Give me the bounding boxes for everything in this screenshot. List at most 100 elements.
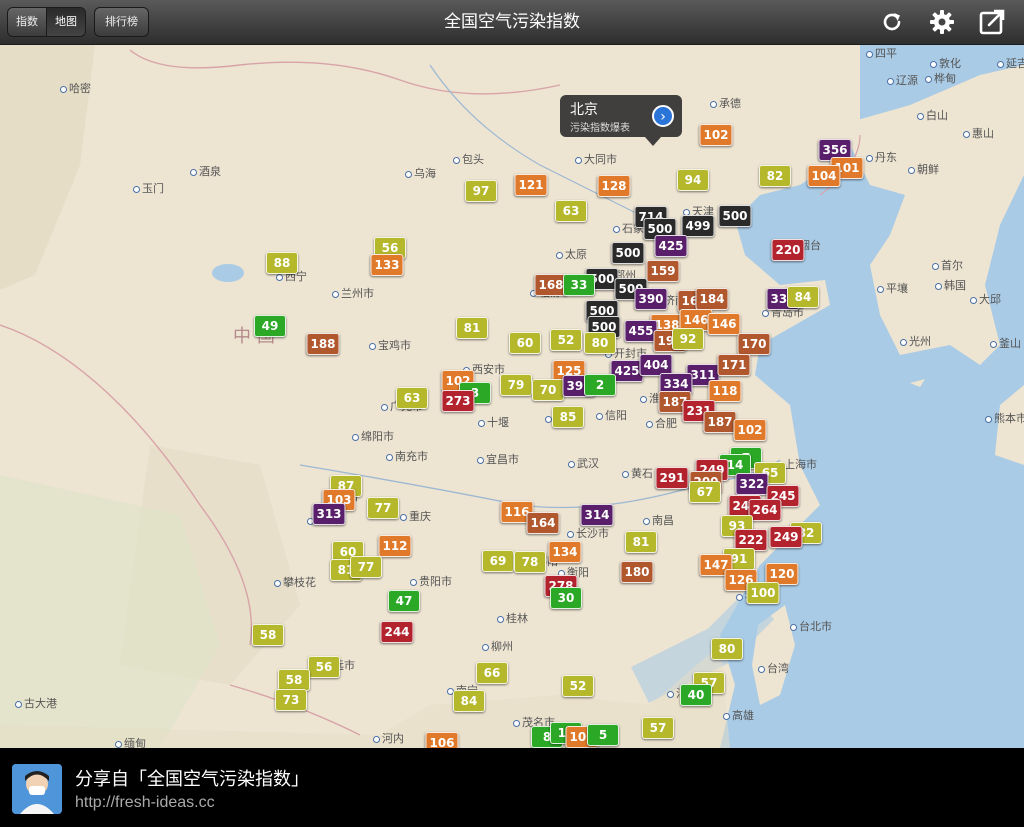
ranking-button[interactable]: 排行榜 (94, 7, 149, 37)
aqi-marker[interactable]: 5 (587, 724, 619, 746)
aqi-marker[interactable]: 500 (718, 205, 752, 227)
aqi-marker[interactable]: 63 (555, 200, 587, 222)
aqi-marker[interactable]: 70 (532, 379, 564, 401)
aqi-marker[interactable]: 94 (677, 169, 709, 191)
tab-index[interactable]: 指数 (8, 8, 46, 36)
aqi-marker[interactable]: 220 (771, 239, 805, 261)
aqi-marker[interactable]: 102 (733, 419, 767, 441)
aqi-marker[interactable]: 80 (584, 332, 616, 354)
city-label: 桂林 (497, 610, 528, 626)
city-label-text: 惠山 (972, 127, 994, 140)
aqi-marker[interactable]: 106 (425, 732, 459, 748)
aqi-marker[interactable]: 180 (620, 561, 654, 583)
share-url-link[interactable]: http://fresh-ideas.cc (75, 794, 215, 812)
city-dot-icon (497, 615, 504, 623)
aqi-marker[interactable]: 97 (465, 180, 497, 202)
aqi-marker[interactable]: 244 (380, 621, 414, 643)
aqi-marker[interactable]: 85 (552, 406, 584, 428)
aqi-marker[interactable]: 102 (699, 124, 733, 146)
city-label: 宝鸡市 (369, 337, 411, 353)
aqi-marker[interactable]: 128 (597, 175, 631, 197)
aqi-marker[interactable]: 118 (708, 380, 742, 402)
city-callout-popup[interactable]: 北京 污染指数爆表 › (560, 95, 682, 146)
tab-map[interactable]: 地图 (46, 8, 85, 36)
aqi-marker[interactable]: 58 (278, 669, 310, 691)
aqi-marker[interactable]: 57 (642, 717, 674, 739)
aqi-marker[interactable]: 100 (746, 582, 780, 604)
city-label: 朝鲜 (908, 161, 939, 177)
city-label-text: 玉门 (142, 182, 164, 195)
popup-subtitle: 污染指数爆表 (570, 123, 630, 134)
aqi-marker[interactable]: 33 (563, 274, 595, 296)
aqi-marker[interactable]: 264 (748, 499, 782, 521)
aqi-marker[interactable]: 314 (580, 504, 614, 526)
aqi-marker[interactable]: 425 (654, 235, 688, 257)
aqi-marker[interactable]: 2 (584, 374, 616, 396)
city-label-text: 白山 (926, 109, 948, 122)
aqi-marker[interactable]: 134 (548, 541, 582, 563)
city-label-text: 合肥 (655, 417, 677, 430)
aqi-marker[interactable]: 67 (689, 481, 721, 503)
aqi-marker[interactable]: 40 (680, 684, 712, 706)
aqi-marker[interactable]: 81 (456, 317, 488, 339)
aqi-marker[interactable]: 273 (441, 390, 475, 412)
city-label-text: 大邱 (979, 293, 1001, 306)
aqi-marker[interactable]: 291 (655, 467, 689, 489)
aqi-marker[interactable]: 49 (254, 315, 286, 337)
aqi-marker[interactable]: 66 (476, 662, 508, 684)
aqi-marker[interactable]: 30 (550, 587, 582, 609)
aqi-marker[interactable]: 60 (509, 332, 541, 354)
aqi-marker[interactable]: 184 (695, 288, 729, 310)
aqi-marker[interactable]: 249 (769, 526, 803, 548)
aqi-marker[interactable]: 170 (737, 333, 771, 355)
refresh-icon[interactable] (878, 8, 906, 36)
aqi-marker[interactable]: 112 (378, 535, 412, 557)
page-title: 全国空气污染指数 (444, 12, 580, 32)
aqi-marker[interactable]: 159 (646, 260, 680, 282)
city-label-text: 承德 (719, 97, 741, 110)
aqi-marker[interactable]: 73 (275, 689, 307, 711)
city-label-text: 柳州 (491, 640, 513, 653)
aqi-marker[interactable]: 171 (717, 354, 751, 376)
aqi-marker[interactable]: 104 (807, 165, 841, 187)
chevron-right-circle-icon[interactable]: › (652, 105, 674, 127)
aqi-marker[interactable]: 52 (562, 675, 594, 697)
aqi-marker[interactable]: 82 (759, 165, 791, 187)
aqi-marker[interactable]: 313 (312, 503, 346, 525)
city-label-text: 宝鸡市 (378, 339, 411, 352)
aqi-marker[interactable]: 52 (550, 329, 582, 351)
city-label-text: 上海市 (784, 458, 817, 471)
city-label-text: 酒泉 (199, 165, 221, 178)
aqi-marker[interactable]: 164 (526, 512, 560, 534)
aqi-marker[interactable]: 188 (306, 333, 340, 355)
aqi-marker[interactable]: 322 (735, 473, 769, 495)
aqi-marker[interactable]: 390 (634, 288, 668, 310)
city-label-text: 韩国 (944, 279, 966, 292)
aqi-marker[interactable]: 133 (370, 254, 404, 276)
settings-gear-icon[interactable] (928, 8, 956, 36)
aqi-map[interactable]: 哈密玉门酒泉西宁兰州市乌海包头大同市承德太原石家庄天津济南临汾郑州开封市徐州市青… (0, 45, 1024, 748)
aqi-marker[interactable]: 499 (681, 215, 715, 237)
city-label: 柳州 (482, 638, 513, 654)
aqi-marker[interactable]: 84 (453, 690, 485, 712)
aqi-marker[interactable]: 47 (388, 590, 420, 612)
aqi-marker[interactable]: 500 (611, 242, 645, 264)
aqi-marker[interactable]: 77 (350, 556, 382, 578)
aqi-marker[interactable]: 146 (707, 313, 741, 335)
aqi-marker[interactable]: 92 (672, 328, 704, 350)
aqi-marker[interactable]: 121 (514, 174, 548, 196)
aqi-marker[interactable]: 79 (500, 374, 532, 396)
aqi-marker[interactable]: 78 (514, 551, 546, 573)
aqi-marker[interactable]: 56 (308, 656, 340, 678)
aqi-marker[interactable]: 77 (367, 497, 399, 519)
aqi-marker[interactable]: 84 (787, 286, 819, 308)
aqi-marker[interactable]: 80 (711, 638, 743, 660)
aqi-marker[interactable]: 187 (703, 411, 737, 433)
aqi-marker[interactable]: 58 (252, 624, 284, 646)
share-external-icon[interactable] (978, 8, 1006, 36)
aqi-marker[interactable]: 81 (625, 531, 657, 553)
aqi-marker[interactable]: 63 (396, 387, 428, 409)
aqi-marker[interactable]: 69 (482, 550, 514, 572)
city-label: 南充市 (386, 448, 428, 464)
aqi-marker[interactable]: 88 (266, 252, 298, 274)
